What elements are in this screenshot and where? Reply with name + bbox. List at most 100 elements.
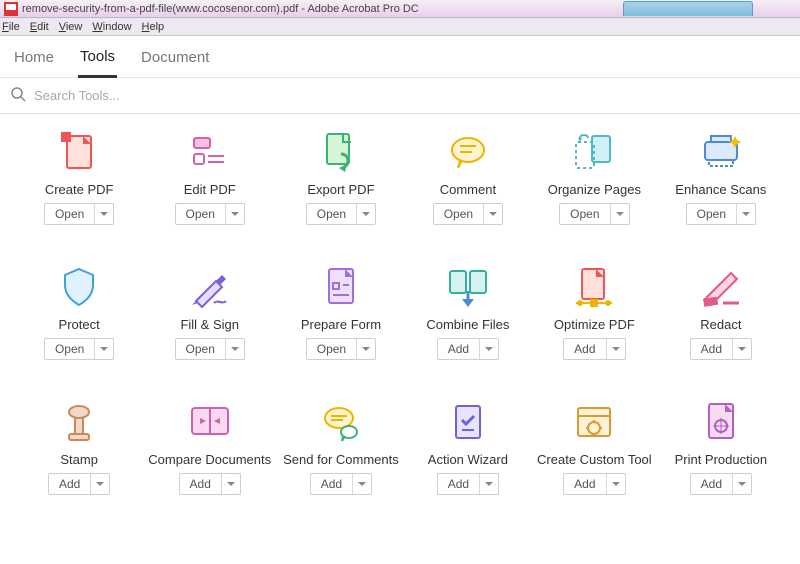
search-bar	[0, 78, 800, 114]
chevron-down-icon[interactable]	[607, 347, 625, 351]
tool-add-button[interactable]: Add	[563, 338, 625, 360]
tool-open-button[interactable]: Open	[686, 203, 756, 225]
tool-create-pdf: Create PDF Open	[22, 128, 136, 225]
chevron-down-icon[interactable]	[95, 347, 113, 351]
tool-label: Combine Files	[426, 317, 509, 332]
redact-icon[interactable]	[697, 263, 745, 311]
tool-open-button[interactable]: Open	[175, 203, 245, 225]
menubar: File Edit View Window Help	[0, 18, 800, 36]
tool-grid: Create PDFOpenEdit PDFOpenExport PDFOpen…	[22, 128, 778, 495]
fill-sign-icon[interactable]	[186, 263, 234, 311]
tool-label: Export PDF	[307, 182, 374, 197]
tool-add-button[interactable]: Add	[437, 473, 499, 495]
stamp-icon[interactable]	[55, 398, 103, 446]
compare-docs-icon[interactable]	[186, 398, 234, 446]
tool-open-button[interactable]: Open	[433, 203, 503, 225]
tool-comment: CommentOpen	[411, 128, 525, 225]
tool-grid-scroll[interactable]: Create PDFOpenEdit PDFOpenExport PDFOpen…	[0, 114, 800, 564]
button-text: Add	[438, 474, 480, 494]
button-text: Add	[691, 339, 733, 359]
tool-redact: Redact Add	[664, 263, 778, 360]
tool-add-button[interactable]: Add	[48, 473, 110, 495]
tool-add-button[interactable]: Add	[690, 473, 752, 495]
chevron-down-icon[interactable]	[737, 212, 755, 216]
combine-files-icon[interactable]	[444, 263, 492, 311]
chevron-down-icon[interactable]	[480, 482, 498, 486]
export-pdf-icon[interactable]	[317, 128, 365, 176]
tool-fill-sign: Fill & SignOpen	[148, 263, 271, 360]
print-prod-icon[interactable]	[697, 398, 745, 446]
chevron-down-icon[interactable]	[226, 212, 244, 216]
button-text: Add	[438, 339, 480, 359]
tool-add-button[interactable]: Add	[563, 473, 625, 495]
tool-add-button[interactable]: Add	[690, 338, 752, 360]
send-comments-icon[interactable]	[317, 398, 365, 446]
tool-add-button[interactable]: Add	[310, 473, 372, 495]
tool-edit-pdf: Edit PDFOpen	[148, 128, 271, 225]
comment-icon[interactable]	[444, 128, 492, 176]
tool-open-button[interactable]: Open	[559, 203, 629, 225]
app-icon	[4, 2, 18, 16]
tool-action-wizard: Action Wizard Add	[411, 398, 525, 495]
tab-document[interactable]: Document	[139, 45, 211, 76]
chevron-down-icon[interactable]	[353, 482, 371, 486]
tool-open-button[interactable]: Open	[175, 338, 245, 360]
chevron-down-icon[interactable]	[611, 212, 629, 216]
create-pdf-icon[interactable]	[55, 128, 103, 176]
edit-pdf-icon[interactable]	[186, 128, 234, 176]
tab-home[interactable]: Home	[12, 45, 56, 76]
button-text: Add	[564, 339, 606, 359]
menu-item-edit[interactable]: Edit	[30, 21, 49, 33]
button-text: Add	[564, 474, 606, 494]
enhance-scans-icon[interactable]	[697, 128, 745, 176]
search-input[interactable]	[34, 88, 790, 103]
tool-enhance-scans: Enhance ScansOpen	[664, 128, 778, 225]
menu-item-window[interactable]: Window	[92, 21, 131, 33]
menu-item-view[interactable]: View	[59, 21, 83, 33]
custom-tool-icon[interactable]	[570, 398, 618, 446]
button-text: Open	[307, 204, 357, 224]
tool-label: Action Wizard	[428, 452, 508, 467]
chevron-down-icon[interactable]	[733, 347, 751, 351]
chevron-down-icon[interactable]	[226, 347, 244, 351]
tab-tools[interactable]: Tools	[78, 44, 117, 78]
chevron-down-icon[interactable]	[95, 212, 113, 216]
chevron-down-icon[interactable]	[222, 482, 240, 486]
menu-item-file[interactable]: File	[2, 21, 20, 33]
chevron-down-icon[interactable]	[480, 347, 498, 351]
tool-open-button[interactable]: Open	[44, 338, 114, 360]
action-wizard-icon[interactable]	[444, 398, 492, 446]
tool-open-button[interactable]: Open	[44, 203, 114, 225]
menu-item-help[interactable]: Help	[142, 21, 165, 33]
tool-open-button[interactable]: Open	[306, 203, 376, 225]
chevron-down-icon[interactable]	[607, 482, 625, 486]
protect-icon[interactable]	[55, 263, 103, 311]
tool-label: Prepare Form	[301, 317, 381, 332]
tool-stamp: StampAdd	[22, 398, 136, 495]
tool-label: Protect	[59, 317, 100, 332]
button-text: Open	[687, 204, 737, 224]
button-text: Add	[49, 474, 91, 494]
button-text: Add	[691, 474, 733, 494]
chevron-down-icon[interactable]	[357, 212, 375, 216]
tool-prepare-form: Prepare Form Open	[283, 263, 399, 360]
organize-pages-icon[interactable]	[570, 128, 618, 176]
background-window-tab[interactable]	[623, 1, 753, 16]
chevron-down-icon[interactable]	[484, 212, 502, 216]
button-text: Open	[45, 204, 95, 224]
tool-label: Optimize PDF	[554, 317, 635, 332]
chevron-down-icon[interactable]	[357, 347, 375, 351]
tool-compare-docs: Compare DocumentsAdd	[148, 398, 271, 495]
tool-add-button[interactable]: Add	[179, 473, 241, 495]
tool-add-button[interactable]: Add	[437, 338, 499, 360]
tool-optimize-pdf: Optimize PDF Add	[537, 263, 652, 360]
tool-print-prod: Print ProductionAdd	[664, 398, 778, 495]
tool-label: Redact	[700, 317, 741, 332]
tool-open-button[interactable]: Open	[306, 338, 376, 360]
optimize-pdf-icon[interactable]	[570, 263, 618, 311]
button-text: Open	[434, 204, 484, 224]
prepare-form-icon[interactable]	[317, 263, 365, 311]
tool-label: Create PDF	[45, 182, 114, 197]
chevron-down-icon[interactable]	[733, 482, 751, 486]
chevron-down-icon[interactable]	[91, 482, 109, 486]
